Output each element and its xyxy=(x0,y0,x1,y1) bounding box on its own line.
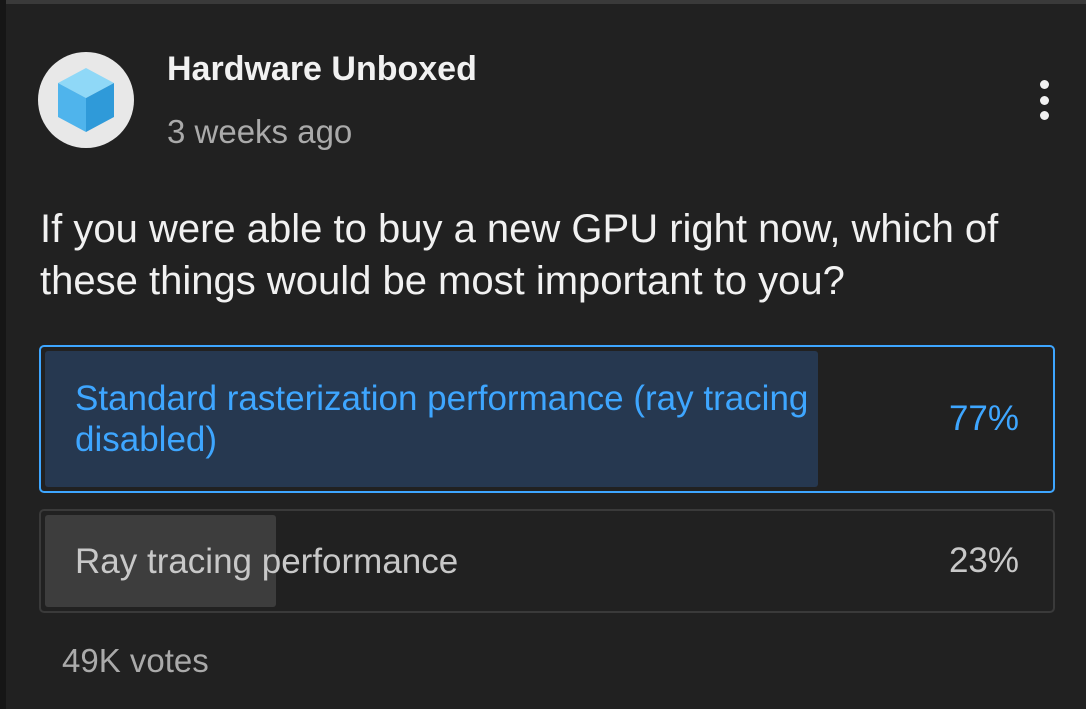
poll-option-percent: 77% xyxy=(948,399,1019,438)
left-edge xyxy=(0,0,6,709)
poll-option-label: Ray tracing performance xyxy=(75,541,459,581)
menu-dot xyxy=(1039,80,1049,89)
poll-option-ray-tracing[interactable]: Ray tracing performance 23% xyxy=(39,509,1055,613)
menu-dot xyxy=(1039,95,1049,105)
menu-dot xyxy=(1039,111,1049,120)
community-post: Hardware Unboxed 3 weeks ago If you were… xyxy=(0,0,1086,709)
poll-option-rasterization[interactable]: Standard rasterization performance (ray … xyxy=(39,345,1055,493)
poll-option-label: Standard rasterization performance (ray … xyxy=(75,379,809,459)
more-vertical-icon[interactable] xyxy=(1022,72,1066,128)
poll-option-percent: 23% xyxy=(948,541,1019,580)
channel-name[interactable]: Hardware Unboxed xyxy=(167,50,477,89)
post-timestamp[interactable]: 3 weeks ago xyxy=(167,113,352,151)
poll-question: If you were able to buy a new GPU right … xyxy=(40,207,999,303)
blue-cube-icon xyxy=(58,68,114,132)
vote-count: 49K votes xyxy=(62,642,209,679)
top-divider xyxy=(0,0,1086,4)
avatar[interactable] xyxy=(38,52,134,148)
